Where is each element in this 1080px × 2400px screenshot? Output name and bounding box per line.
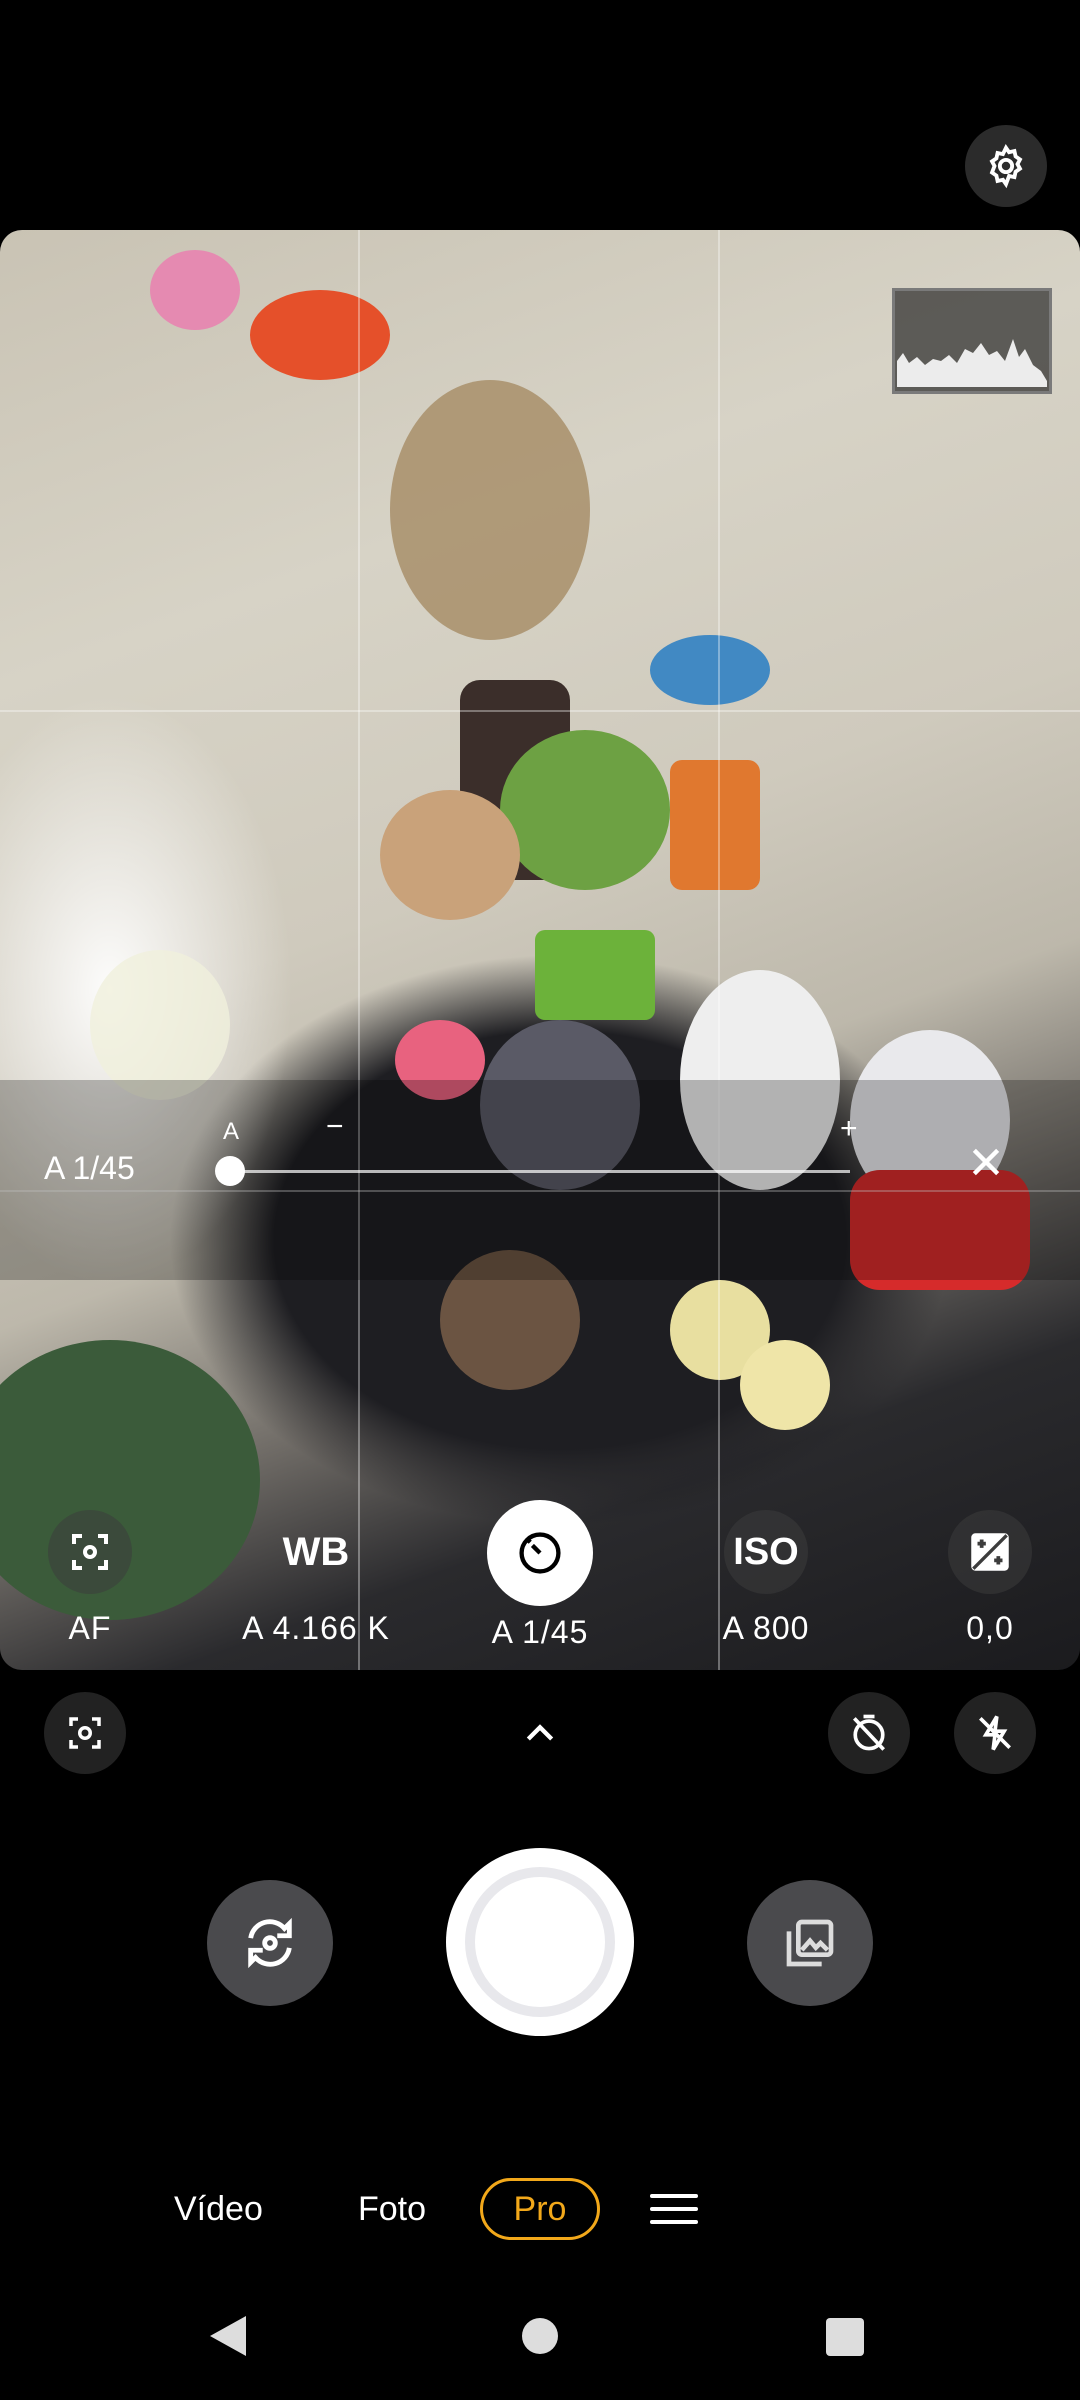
- plant: [500, 730, 670, 890]
- wb-button[interactable]: WB: [274, 1510, 358, 1594]
- dried-flowers: [390, 380, 590, 640]
- flash-button[interactable]: [954, 1692, 1036, 1774]
- exposure-label: 0,0: [966, 1610, 1014, 1646]
- slider-minus-label: −: [326, 1110, 344, 1143]
- slider-thumb[interactable]: [215, 1156, 245, 1186]
- expand-controls-button[interactable]: [508, 1702, 572, 1766]
- timer-button[interactable]: [828, 1692, 910, 1774]
- shutter-timer-icon: [519, 1532, 561, 1574]
- shutter-inner: [465, 1867, 615, 2017]
- slider-track[interactable]: [225, 1170, 850, 1173]
- flash-off-icon: [979, 1715, 1011, 1751]
- slider-plus-label: +: [840, 1112, 858, 1145]
- grid-line: [718, 230, 720, 1670]
- shutter-speed-button[interactable]: [487, 1500, 593, 1606]
- grid-line: [0, 710, 1080, 712]
- close-icon: [972, 1148, 1000, 1176]
- pink-flower: [150, 250, 240, 330]
- menu-icon[interactable]: [650, 2194, 698, 2224]
- slider-auto-marker: A: [223, 1118, 240, 1145]
- slider-current-value: A 1/45: [44, 1150, 135, 1186]
- mode-photo[interactable]: Foto: [358, 2190, 426, 2229]
- orange-shirt-figure: [670, 760, 760, 890]
- shutter-speed-control[interactable]: A 1/45: [440, 1500, 640, 1651]
- exposure-icon: [971, 1533, 1009, 1571]
- lens-button[interactable]: [44, 1692, 126, 1774]
- shutter-slider-panel: [0, 1080, 1080, 1280]
- mode-pro[interactable]: Pro: [480, 2178, 600, 2240]
- blue-cap-figure: [650, 635, 770, 705]
- lens-focus-icon: [69, 1717, 101, 1749]
- mode-video[interactable]: Vídeo: [174, 2190, 263, 2229]
- cow-toy: [380, 790, 520, 920]
- timer-off-icon: [852, 1714, 886, 1751]
- iso-label: A 800: [722, 1610, 810, 1646]
- gallery-icon: [786, 1919, 834, 1967]
- iso-button[interactable]: ISO: [724, 1510, 808, 1594]
- af-button[interactable]: [48, 1510, 132, 1594]
- switch-camera-icon: [248, 1917, 292, 1969]
- exposure-control[interactable]: 0,0: [890, 1510, 1080, 1647]
- close-slider-button[interactable]: [966, 1142, 1006, 1193]
- yellow-ball-2: [740, 1340, 830, 1430]
- exposure-button[interactable]: [948, 1510, 1032, 1594]
- wb-label: A 4.166 K: [242, 1610, 390, 1646]
- settings-button[interactable]: [965, 125, 1047, 207]
- grid-line: [358, 230, 360, 1670]
- histogram: [892, 288, 1052, 394]
- gear-icon: [989, 144, 1023, 189]
- shutter-speed-label: A 1/45: [491, 1614, 589, 1650]
- af-label: AF: [68, 1610, 112, 1646]
- shutter-button[interactable]: [446, 1848, 634, 2036]
- gallery-button[interactable]: [747, 1880, 873, 2006]
- af-control[interactable]: AF: [0, 1510, 190, 1647]
- wb-control[interactable]: WB A 4.166 K: [216, 1510, 416, 1647]
- back-icon[interactable]: [210, 2316, 246, 2356]
- focus-icon: [72, 1534, 108, 1570]
- glass-bottle: [90, 950, 230, 1100]
- chevron-up-icon: [526, 1724, 554, 1741]
- home-icon[interactable]: [522, 2318, 558, 2354]
- recents-icon[interactable]: [826, 2318, 864, 2356]
- iso-control[interactable]: ISO A 800: [666, 1510, 866, 1647]
- switch-camera-button[interactable]: [207, 1880, 333, 2006]
- camera-viewfinder[interactable]: [0, 230, 1080, 1670]
- orange-flower: [250, 290, 390, 380]
- plant-pot: [535, 930, 655, 1020]
